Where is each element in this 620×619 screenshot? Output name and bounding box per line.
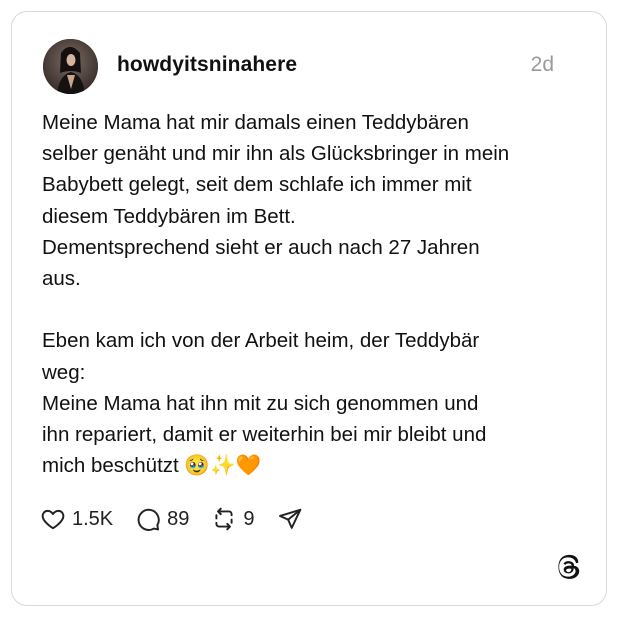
send-icon [278,508,301,529]
repost-count: 9 [243,508,255,530]
avatar-image [43,39,98,94]
username[interactable]: howdyitsninahere [117,52,297,78]
avatar[interactable] [43,39,98,94]
repost-button[interactable]: 9 [211,506,255,532]
post-card: howdyitsninahere 2d Meine Mama hat mir d… [11,11,607,606]
like-button[interactable]: 1.5K [40,506,113,532]
threads-logo-icon[interactable] [554,553,582,581]
post-paragraph: Meine Mama hat mir damals einen Teddybär… [42,111,510,291]
like-count: 1.5K [72,508,114,530]
repost-icon [215,507,233,531]
post-timestamp: 2d [530,53,554,76]
post-body: Meine Mama hat mir damals einen Teddybär… [42,107,572,481]
share-button[interactable] [277,506,303,532]
post-actions: 1.5K 89 9 [40,505,325,533]
threads-logo-icon-glyph [558,554,580,579]
post-paragraph: Eben kam ich von der Arbeit heim, der Te… [42,329,487,478]
reply-count: 89 [167,508,190,530]
comment-bubble-icon [137,508,160,531]
heart-icon [41,509,65,530]
reply-button[interactable]: 89 [135,506,189,532]
